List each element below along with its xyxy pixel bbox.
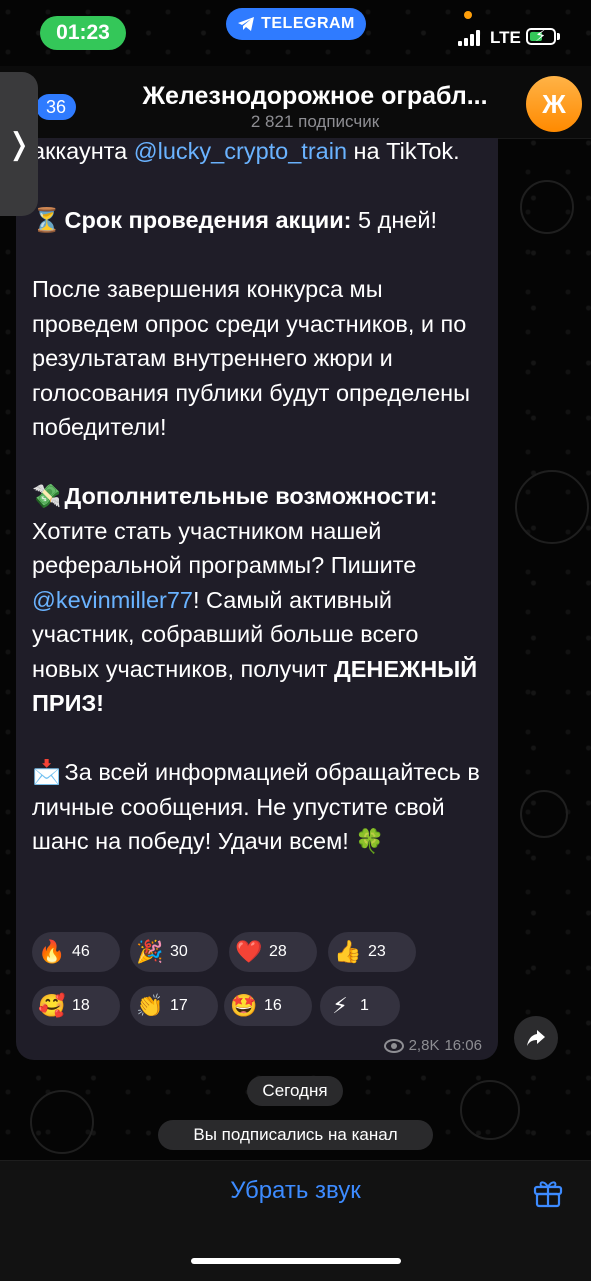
channel-title[interactable]: Железнодорожное ограбл... — [120, 82, 510, 111]
status-time[interactable]: 01:23 — [40, 16, 126, 50]
reaction-chip[interactable]: ⚡ 1 — [320, 986, 400, 1026]
telegram-label: TELEGRAM — [261, 15, 355, 32]
party-popper-icon: 🎉 — [136, 939, 164, 964]
telegram-pill[interactable]: TELEGRAM — [226, 8, 366, 40]
star-struck-icon: 🤩 — [230, 993, 258, 1018]
telegram-icon — [238, 17, 255, 31]
thumbs-up-icon: 👍 — [334, 939, 362, 964]
background-doodle — [520, 180, 574, 234]
reaction-chip[interactable]: 🤩 16 — [224, 986, 312, 1026]
reaction-count: 23 — [368, 943, 386, 960]
reaction-count: 18 — [72, 997, 90, 1014]
message-bubble[interactable]: аккаунта @lucky_crypto_train на TikTok. … — [16, 138, 498, 1060]
message-paragraph: ⏳ Срок проведения акции: 5 дней! — [32, 203, 492, 238]
network-type: LTE — [490, 28, 521, 47]
money-wings-emoji: 💸 — [32, 483, 62, 509]
reaction-chip[interactable]: 🥰 18 — [32, 986, 120, 1026]
reaction-chip[interactable]: 👏 17 — [130, 986, 218, 1026]
background-doodle — [30, 1090, 94, 1154]
views-eye-icon — [383, 1038, 404, 1053]
channel-avatar[interactable]: Ж — [526, 76, 582, 132]
battery-icon: ⚡ — [526, 28, 556, 45]
referral-contact-link[interactable]: @kevinmiller77 — [32, 587, 193, 613]
message-time: 16:06 — [444, 1037, 482, 1054]
back-unread-badge[interactable]: 36 — [36, 94, 76, 120]
side-panel-handle[interactable]: ❭ — [0, 72, 38, 216]
home-indicator[interactable] — [191, 1258, 401, 1264]
fire-icon: 🔥 — [38, 939, 66, 964]
hourglass-emoji: ⏳ — [32, 207, 62, 233]
background-doodle — [515, 470, 589, 544]
chat-header: 36 Железнодорожное ограбл... 2 821 подпи… — [0, 66, 591, 139]
reaction-count: 16 — [264, 997, 282, 1014]
message-paragraph: 💸 Дополнительные возможности: Хотите ста… — [32, 479, 492, 721]
view-count: 2,8K — [408, 1037, 440, 1054]
message-paragraph: После завершения конкурса мы проведем оп… — [32, 276, 471, 440]
reaction-chip[interactable]: 👍 23 — [328, 932, 416, 972]
background-doodle — [460, 1080, 520, 1140]
lightning-icon: ⚡ — [332, 993, 348, 1018]
smiling-hearts-icon: 🥰 — [38, 993, 66, 1018]
message-meta: 2,8K 16:06 — [383, 1037, 482, 1054]
forward-arrow-icon — [527, 1030, 545, 1046]
reaction-count: 46 — [72, 943, 90, 960]
envelope-emoji: 📩 — [32, 759, 62, 785]
date-separator: Сегодня — [247, 1076, 343, 1106]
reaction-count: 17 — [170, 997, 188, 1014]
share-button[interactable] — [514, 1016, 558, 1060]
message-text: аккаунта @lucky_crypto_train на TikTok. … — [32, 138, 492, 859]
cellular-signal-icon — [458, 30, 482, 46]
status-bar: 01:23 TELEGRAM LTE ⚡ — [0, 0, 591, 66]
heart-icon: ❤️ — [235, 939, 263, 964]
mute-button[interactable]: Убрать звук — [0, 1177, 591, 1205]
reaction-count: 28 — [269, 943, 287, 960]
clapping-icon: 👏 — [136, 993, 164, 1018]
gift-icon[interactable] — [532, 1177, 564, 1209]
reaction-count: 30 — [170, 943, 188, 960]
battery-tip — [557, 33, 560, 40]
message-paragraph: аккаунта @lucky_crypto_train на TikTok. — [32, 138, 460, 164]
tiktok-account-link[interactable]: @lucky_crypto_train — [134, 138, 347, 164]
privacy-indicator-dot — [464, 11, 472, 19]
reaction-chip[interactable]: ❤️ 28 — [229, 932, 317, 972]
reaction-chip[interactable]: 🔥 46 — [32, 932, 120, 972]
background-doodle — [520, 790, 568, 838]
message-paragraph: 📩 За всей информацией обращайтесь в личн… — [32, 755, 492, 859]
channel-subscriber-count: 2 821 подписчик — [250, 112, 380, 131]
reaction-count: 1 — [360, 997, 369, 1014]
service-message: Вы подписались на канал — [158, 1120, 433, 1150]
reaction-chip[interactable]: 🎉 30 — [130, 932, 218, 972]
